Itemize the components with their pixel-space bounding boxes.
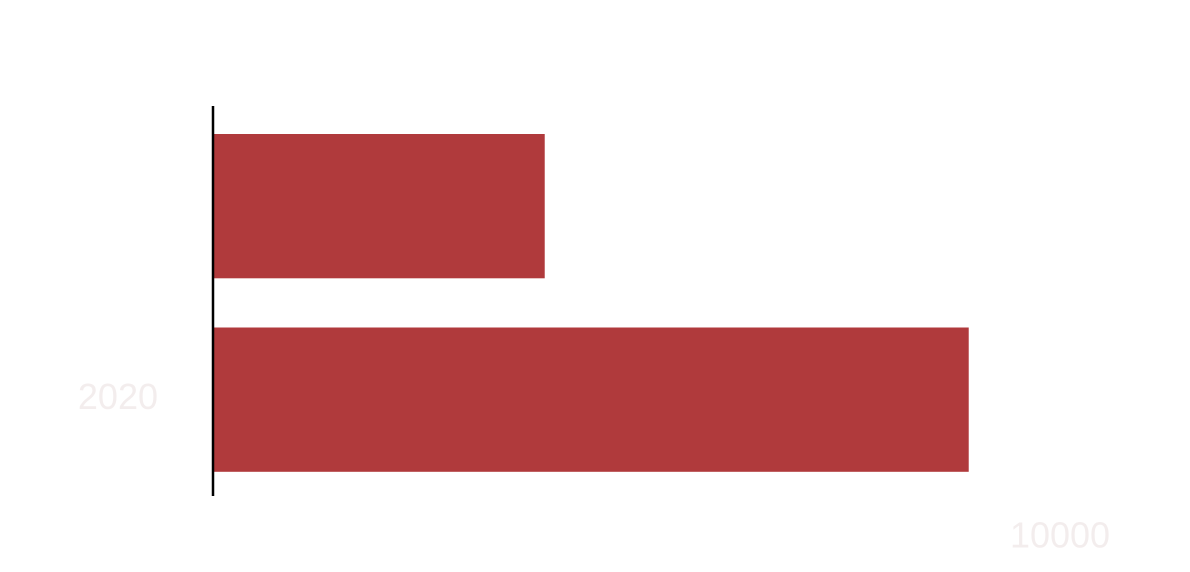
- bar-chart: 2020 10000: [78, 106, 1110, 556]
- category-label: 2020: [78, 376, 158, 417]
- bar-row-1: [214, 134, 545, 279]
- bar-2020: [214, 327, 969, 472]
- category-labels-group: 2020: [78, 376, 158, 417]
- x-tick-labels-group: 10000: [1010, 515, 1110, 556]
- bars-group: [214, 134, 969, 472]
- x-tick-label: 10000: [1010, 515, 1110, 556]
